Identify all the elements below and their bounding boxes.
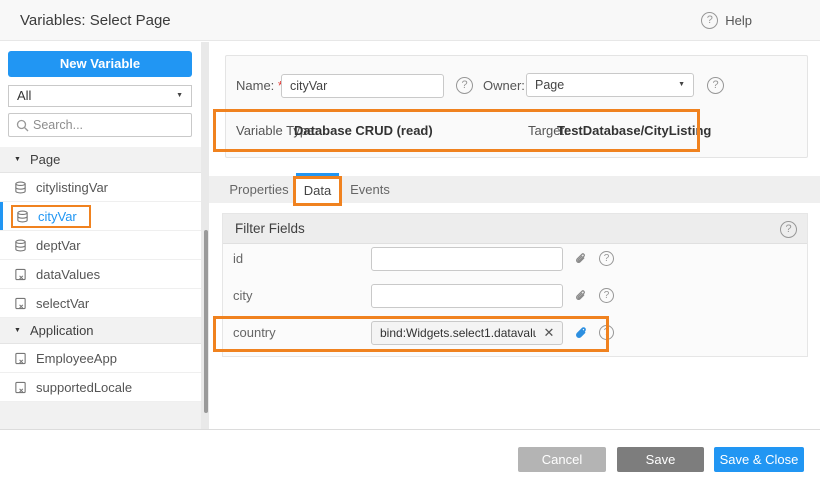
tree-item-supportedlocale[interactable]: supportedLocale xyxy=(0,373,201,402)
name-help-icon[interactable]: ? xyxy=(456,77,473,94)
tree-item-label: supportedLocale xyxy=(36,380,132,395)
tree-group-label: Application xyxy=(30,318,94,344)
name-input[interactable] xyxy=(281,74,444,98)
database-icon xyxy=(14,239,27,252)
owner-value: Page xyxy=(535,78,564,92)
filter-row-id: id ? xyxy=(223,247,807,271)
tree-item-label: cityVar xyxy=(38,209,77,224)
clear-binding-icon[interactable]: ✕ xyxy=(539,321,559,345)
tab-events[interactable]: Events xyxy=(342,176,398,203)
field-label: id xyxy=(233,247,243,271)
selected-item-highlight: cityVar xyxy=(11,205,91,228)
tree-item-selectvar[interactable]: selectVar xyxy=(0,289,201,318)
dialog-header: Variables: Select Page ? Help xyxy=(0,0,820,41)
static-variable-icon xyxy=(14,297,27,310)
tree-item-cityvar[interactable]: cityVar xyxy=(0,202,201,231)
variable-filter-value: All xyxy=(17,88,31,103)
field-help-icon[interactable]: ? xyxy=(599,251,614,266)
filter-fields-header: Filter Fields ? xyxy=(223,214,807,244)
owner-dropdown[interactable]: Page ▼ xyxy=(526,73,694,97)
static-variable-icon xyxy=(14,352,27,365)
search-icon xyxy=(16,119,29,132)
tree-item-label: citylistingVar xyxy=(36,180,108,195)
save-button[interactable]: Save xyxy=(617,447,704,472)
variable-search xyxy=(8,113,192,137)
filter-row-country: country ✕ ? xyxy=(223,321,807,345)
search-input[interactable] xyxy=(33,114,188,136)
owner-help-icon[interactable]: ? xyxy=(707,77,724,94)
tree-group-page[interactable]: ▼ Page xyxy=(0,147,201,173)
caret-down-icon: ▼ xyxy=(14,147,21,173)
tree-item-citylistingvar[interactable]: citylistingVar xyxy=(0,173,201,202)
variable-filter-dropdown[interactable]: All ▼ xyxy=(8,85,192,107)
filter-row-city: city ? xyxy=(223,284,807,308)
static-variable-icon xyxy=(14,268,27,281)
tree-item-employeeapp[interactable]: EmployeeApp xyxy=(0,344,201,373)
field-label: city xyxy=(233,284,253,308)
database-icon xyxy=(16,210,29,223)
help-icon: ? xyxy=(701,12,718,29)
help-button[interactable]: ? Help xyxy=(701,0,752,41)
static-variable-icon xyxy=(14,381,27,394)
filter-fields-help-icon[interactable]: ? xyxy=(780,221,797,238)
variables-dialog: Variables: Select Page ? Help New Variab… xyxy=(0,0,820,487)
field-help-icon[interactable]: ? xyxy=(599,325,614,340)
field-help-icon[interactable]: ? xyxy=(599,288,614,303)
name-label: Name: * xyxy=(236,74,283,98)
variable-tree: ▼ Page citylistingVar cityVar deptVar da… xyxy=(0,147,201,402)
cancel-button[interactable]: Cancel xyxy=(518,447,606,472)
id-field-input[interactable] xyxy=(371,247,563,271)
variable-summary-panel: Name: * ? Owner: * Page ▼ ? Variable Typ… xyxy=(225,55,808,158)
database-icon xyxy=(14,181,27,194)
save-and-close-button[interactable]: Save & Close xyxy=(714,447,804,472)
tree-item-deptvar[interactable]: deptVar xyxy=(0,231,201,260)
bind-link-icon[interactable] xyxy=(573,325,589,341)
chevron-down-icon: ▼ xyxy=(678,74,685,96)
city-field-input[interactable] xyxy=(371,284,563,308)
tree-item-label: selectVar xyxy=(36,296,89,311)
variable-type-value: Database CRUD (read) xyxy=(294,119,433,143)
tree-group-label: Page xyxy=(30,147,60,173)
field-label: country xyxy=(233,321,276,345)
sidebar-footer-strip xyxy=(0,402,201,429)
help-label: Help xyxy=(725,13,752,28)
bind-link-icon[interactable] xyxy=(573,251,588,266)
filter-fields-title: Filter Fields xyxy=(235,214,305,244)
tree-group-application[interactable]: ▼ Application xyxy=(0,318,201,344)
tab-properties[interactable]: Properties xyxy=(222,176,296,203)
sidebar-scrollbar[interactable] xyxy=(204,230,208,413)
page-title: Variables: Select Page xyxy=(20,0,171,41)
bind-link-icon[interactable] xyxy=(573,288,588,303)
chevron-down-icon: ▼ xyxy=(176,86,183,106)
tab-data[interactable]: Data xyxy=(293,176,342,206)
tree-item-label: EmployeeApp xyxy=(36,351,117,366)
country-field-input[interactable] xyxy=(371,321,563,345)
caret-down-icon: ▼ xyxy=(14,318,21,344)
tree-item-label: dataValues xyxy=(36,267,100,282)
new-variable-button[interactable]: New Variable xyxy=(8,51,192,77)
footer-divider xyxy=(0,429,820,430)
tree-item-datavalues[interactable]: dataValues xyxy=(0,260,201,289)
target-value: TestDatabase/CityListing xyxy=(557,119,711,143)
tree-item-label: deptVar xyxy=(36,238,81,253)
filter-fields-panel: Filter Fields ? id ? city ? country ✕ xyxy=(222,213,808,357)
